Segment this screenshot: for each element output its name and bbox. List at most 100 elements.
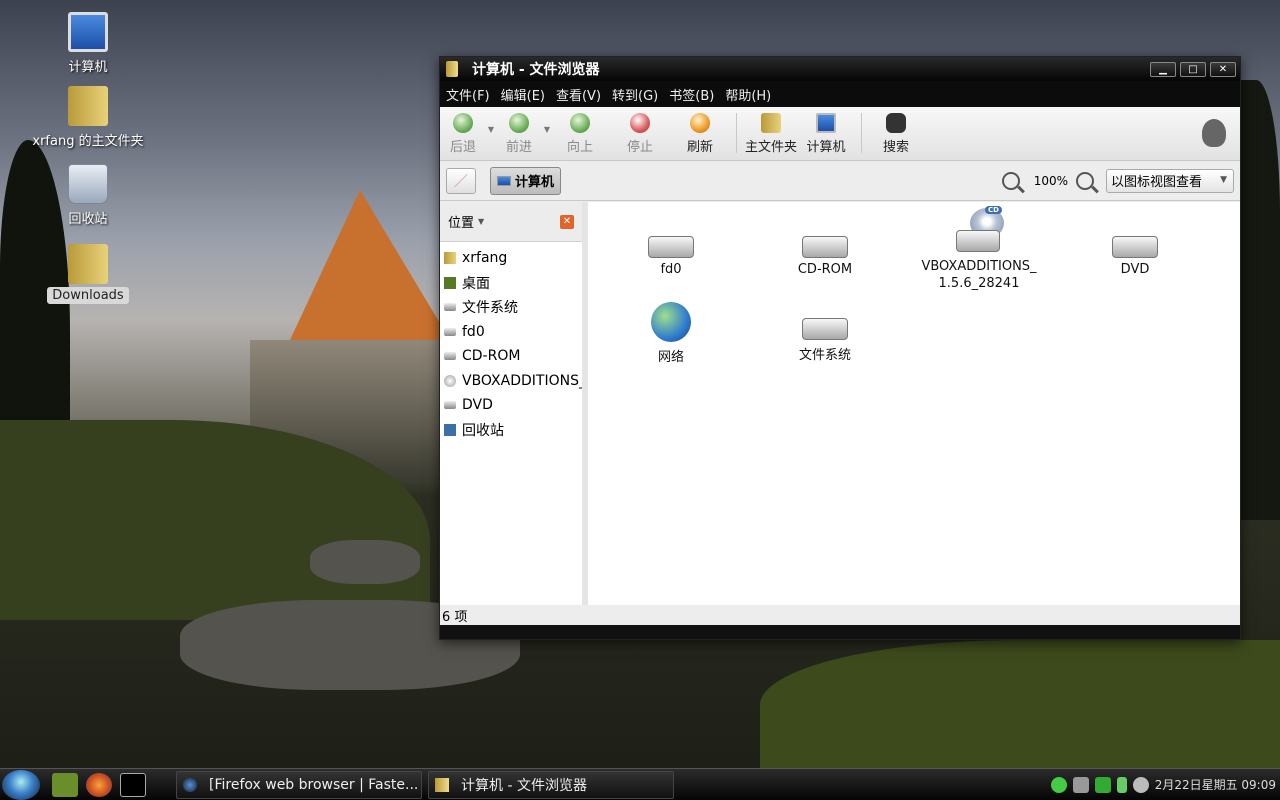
close-button[interactable]: ✕ <box>1210 61 1236 77</box>
stop-button[interactable]: 停止 <box>620 113 660 155</box>
wallpaper-hill-right <box>760 640 1280 770</box>
toolbar-separator <box>861 113 862 153</box>
computer-button[interactable]: 计算机 <box>803 113 849 155</box>
view-mode-select[interactable]: 以图标视图查看 ▼ <box>1106 168 1234 193</box>
item-filesystem[interactable]: 文件系统 <box>750 310 900 363</box>
back-button[interactable]: 后退 ▼ <box>444 113 494 155</box>
forward-history-dropdown-icon[interactable]: ▼ <box>544 125 550 134</box>
item-cdrom[interactable]: CD-ROM <box>750 224 900 277</box>
trash-icon <box>68 164 108 204</box>
printer-icon[interactable] <box>1072 776 1089 793</box>
place-label: 文件系统 <box>462 300 518 317</box>
volume-icon[interactable] <box>1132 776 1149 793</box>
place-label: 回收站 <box>462 422 504 439</box>
reload-button[interactable]: 刷新 <box>680 113 720 155</box>
place-home[interactable]: xrfang <box>440 246 582 271</box>
firefox-icon <box>183 777 197 792</box>
place-trash[interactable]: 回收站 <box>440 418 582 443</box>
item-dvd[interactable]: DVD <box>1060 224 1210 277</box>
task-firefox[interactable]: [Firefox web browser | Faste... <box>176 770 422 799</box>
minimize-button[interactable]: ▁ <box>1150 61 1176 77</box>
battery-icon[interactable] <box>1116 776 1127 793</box>
item-network[interactable]: 网络 <box>596 302 746 365</box>
desktop-icon-label: 计算机 <box>68 60 108 75</box>
place-cdrom[interactable]: CD-ROM <box>440 344 582 369</box>
chat-status-icon[interactable] <box>1050 776 1067 793</box>
menu-help[interactable]: 帮助(H) <box>725 85 771 104</box>
maximize-button[interactable]: □ <box>1180 61 1206 77</box>
place-dvd[interactable]: DVD <box>440 393 582 418</box>
item-fd0[interactable]: fd0 <box>596 224 746 277</box>
desktop-icon-computer[interactable]: 计算机 <box>28 12 148 75</box>
item-label: DVD <box>1120 262 1150 277</box>
path-button-label: 计算机 <box>515 175 555 190</box>
home-folder-icon <box>68 86 108 126</box>
side-pane-selector[interactable]: 位置 <box>448 212 474 231</box>
item-vboxadditions[interactable]: CD VBOXADDITIONS_ 1.5.6_28241 <box>904 206 1054 292</box>
window-bottom-border <box>440 625 1240 639</box>
system-tray: 2月22日星期五 09:09 <box>1050 776 1280 793</box>
content-area: 位置 ▼ ✕ xrfang 桌面 文件系统 fd0 CD-ROM VBOXADD… <box>440 202 1240 610</box>
toggle-location-entry-button[interactable]: ／ <box>446 167 476 194</box>
item-label: 文件系统 <box>798 348 851 363</box>
places-list: xrfang 桌面 文件系统 fd0 CD-ROM VBOXADDITIONS_… <box>440 242 582 442</box>
file-browser-window: 计算机 - 文件浏览器 ▁ □ ✕ 文件(F) 编辑(E) 查看(V) 转到(G… <box>439 56 1241 640</box>
side-pane-header: 位置 ▼ ✕ <box>440 202 582 242</box>
search-button[interactable]: 搜索 <box>876 113 916 155</box>
taskbar: [Firefox web browser | Faste... 计算机 - 文件… <box>0 768 1280 800</box>
path-button-computer[interactable]: 计算机 <box>490 166 562 195</box>
item-count: 6 项 <box>442 609 468 625</box>
folder-icon <box>446 61 458 77</box>
close-side-pane-icon[interactable]: ✕ <box>560 214 574 229</box>
desktop-icon-trash[interactable]: 回收站 <box>28 164 148 227</box>
up-button[interactable]: 向上 <box>560 113 600 155</box>
menu-bookmarks[interactable]: 书签(B) <box>669 85 714 104</box>
dvd-drive-icon <box>1112 236 1158 258</box>
task-file-browser[interactable]: 计算机 - 文件浏览器 <box>428 770 674 799</box>
cd-badge: CD <box>985 206 1002 214</box>
desktop-icon-home[interactable]: xrfang 的主文件夹 <box>28 86 148 149</box>
place-label: VBOXADDITIONS_ <box>462 372 582 389</box>
status-bar: 6 项 <box>440 605 1240 625</box>
forward-label: 前进 <box>505 140 532 155</box>
reload-label: 刷新 <box>686 140 713 155</box>
quicklaunch-firefox-icon[interactable] <box>86 772 112 797</box>
zoom-out-icon[interactable] <box>1001 171 1020 190</box>
place-filesystem[interactable]: 文件系统 <box>440 295 582 320</box>
quicklaunch-map-icon[interactable] <box>52 772 78 797</box>
cdrom-drive-icon <box>802 236 848 258</box>
side-pane: 位置 ▼ ✕ xrfang 桌面 文件系统 fd0 CD-ROM VBOXADD… <box>440 202 588 610</box>
clock[interactable]: 2月22日星期五 09:09 <box>1155 776 1276 793</box>
window-controls: ▁ □ ✕ <box>1150 61 1236 77</box>
zoom-in-icon[interactable] <box>1076 171 1094 190</box>
menu-go[interactable]: 转到(G) <box>612 85 658 104</box>
desktop-icon-label: xrfang 的主文件夹 <box>32 134 144 149</box>
window-title: 计算机 - 文件浏览器 <box>472 62 600 78</box>
update-check-icon[interactable] <box>1094 776 1111 793</box>
place-fd0[interactable]: fd0 <box>440 320 582 345</box>
start-menu-button[interactable] <box>2 769 40 800</box>
window-titlebar[interactable]: 计算机 - 文件浏览器 ▁ □ ✕ <box>440 57 1240 81</box>
trash-icon <box>444 423 456 436</box>
desktop-icon-downloads[interactable]: Downloads <box>28 244 148 304</box>
back-history-dropdown-icon[interactable]: ▼ <box>488 125 494 134</box>
stop-icon <box>630 113 650 133</box>
menu-file[interactable]: 文件(F) <box>446 85 490 104</box>
reload-icon <box>690 113 710 133</box>
home-button[interactable]: 主文件夹 <box>743 113 799 155</box>
place-vboxadditions[interactable]: VBOXADDITIONS_ <box>440 369 582 394</box>
pencil-icon: ／ <box>454 173 468 190</box>
place-desktop[interactable]: 桌面 <box>440 271 582 296</box>
cd-drive-with-disc-icon: CD <box>956 206 1004 254</box>
quicklaunch-terminal-icon[interactable] <box>120 772 146 797</box>
icon-view: fd0 CD-ROM CD VBOXADDITIONS_ 1.5.6_28241… <box>588 202 1240 610</box>
desktop-icon-label: 回收站 <box>68 212 108 227</box>
menu-view[interactable]: 查看(V) <box>556 85 601 104</box>
binoculars-icon <box>886 113 906 133</box>
forward-button[interactable]: 前进 ▼ <box>500 113 550 155</box>
menu-edit[interactable]: 编辑(E) <box>501 85 545 104</box>
chevron-down-icon[interactable]: ▼ <box>478 217 484 226</box>
desktop-icon <box>444 276 456 289</box>
up-arrow-icon <box>570 113 590 133</box>
zoom-level[interactable]: 100% <box>1034 174 1068 188</box>
